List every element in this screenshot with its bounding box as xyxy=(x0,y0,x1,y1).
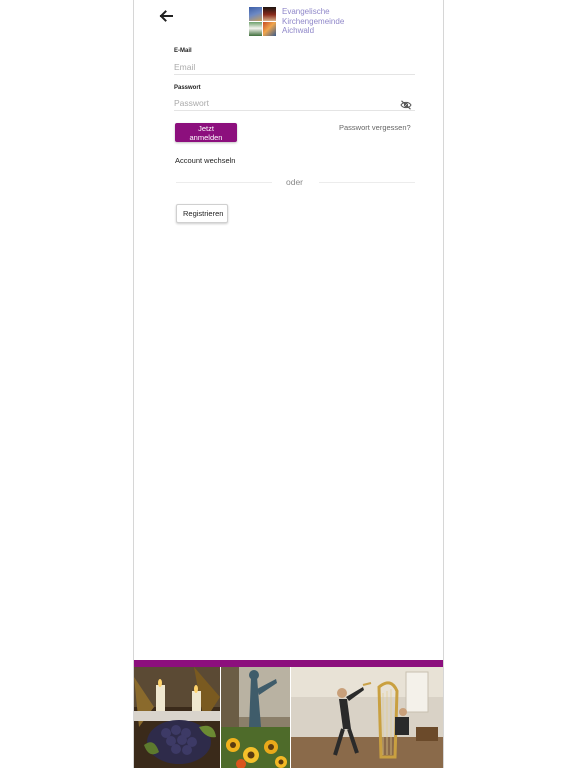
logo-mosaic xyxy=(249,7,277,36)
sculpture-sunflowers-photo xyxy=(221,667,290,768)
forgot-password-link[interactable]: Passwort vergessen? xyxy=(339,123,411,132)
footer-photo-strip xyxy=(134,667,443,768)
eye-off-icon xyxy=(400,100,412,110)
logo-text: Evangelische Kirchengemeinde Aichwald xyxy=(282,7,344,36)
login-button[interactable]: Jetzt anmelden xyxy=(175,123,237,142)
switch-account-link[interactable]: Account wechseln xyxy=(175,156,235,165)
footer-accent-bar xyxy=(134,660,443,667)
divider-text: oder xyxy=(285,177,303,187)
back-button[interactable] xyxy=(158,8,174,24)
email-label: E-Mail xyxy=(174,48,192,54)
logo-line-2: Kirchengemeinde xyxy=(282,16,345,26)
logo-line-1: Evangelische xyxy=(282,7,330,16)
login-panel: Evangelische Kirchengemeinde Aichwald E-… xyxy=(133,0,444,768)
password-field[interactable] xyxy=(174,96,415,111)
password-label: Passwort xyxy=(174,85,201,91)
candles-grapes-photo xyxy=(134,667,220,768)
register-button[interactable]: Registrieren xyxy=(176,204,228,223)
password-visibility-toggle[interactable] xyxy=(400,97,412,110)
or-divider: oder xyxy=(174,177,415,189)
church-logo[interactable]: Evangelische Kirchengemeinde Aichwald xyxy=(249,7,349,39)
harp-concert-photo xyxy=(291,667,443,768)
email-field[interactable] xyxy=(174,60,415,75)
arrow-left-icon xyxy=(159,10,173,22)
logo-line-3: Aichwald xyxy=(282,26,315,36)
